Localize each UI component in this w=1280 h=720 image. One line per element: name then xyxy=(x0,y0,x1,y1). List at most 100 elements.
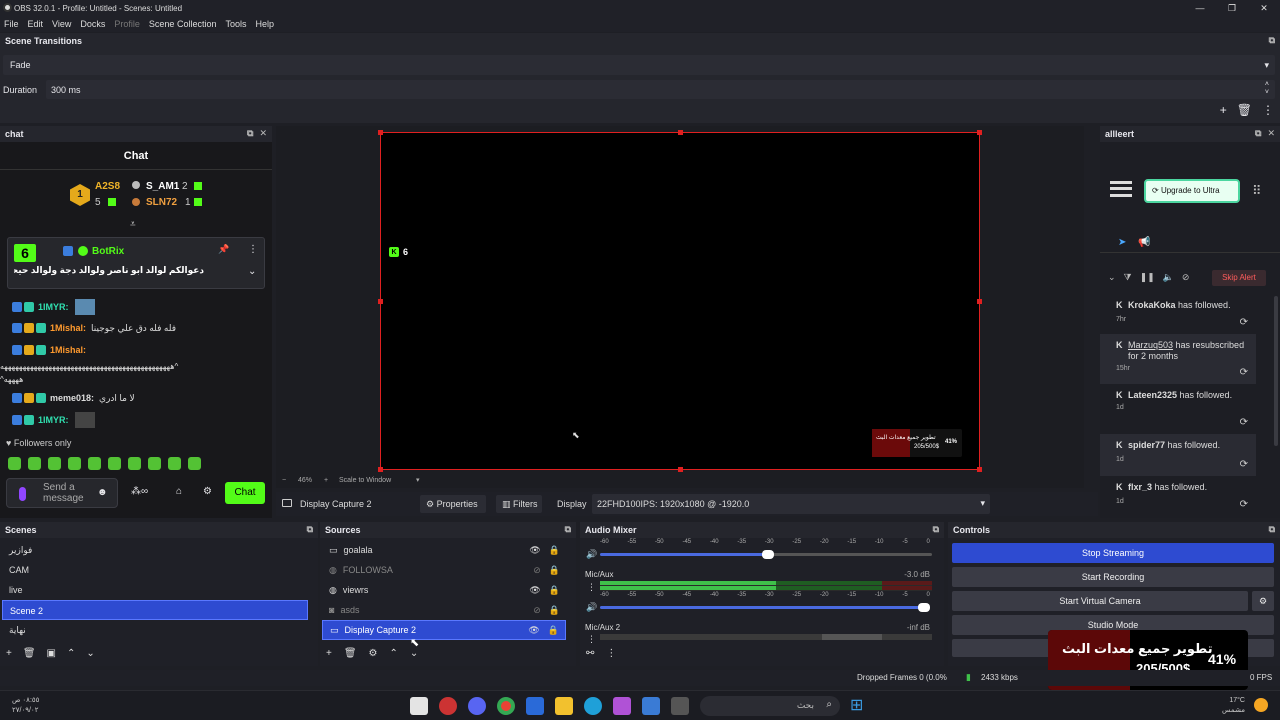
chat-user[interactable]: 1Mishal: xyxy=(50,323,86,333)
chrome-icon[interactable] xyxy=(497,697,515,715)
stop-streaming-button[interactable]: Stop Streaming xyxy=(952,543,1274,563)
trash-icon[interactable]: 🗑 xyxy=(344,648,357,659)
preview-area[interactable]: K 6 تطوير جميع معدات البث 205/500$ 41% ⬉ xyxy=(276,126,1084,476)
replay-icon[interactable]: ⟳ xyxy=(1240,417,1248,428)
speaker-icon[interactable]: 🔊 xyxy=(586,549,597,560)
alert-user[interactable]: Marzuq503 xyxy=(1128,340,1173,350)
menu-edit[interactable]: Edit xyxy=(28,19,44,29)
resize-handle[interactable] xyxy=(678,130,683,135)
trash-icon[interactable]: 🗑 xyxy=(1237,103,1252,117)
store-icon[interactable] xyxy=(526,697,544,715)
minimize-button[interactable]: — xyxy=(1184,0,1216,16)
menu-docks[interactable]: Docks xyxy=(80,19,105,29)
eye-hidden-icon[interactable]: ⊘ xyxy=(533,605,541,616)
zoom-in-icon[interactable]: + xyxy=(324,477,328,484)
emote-icon[interactable] xyxy=(188,457,201,470)
lock-icon[interactable]: 🔒 xyxy=(548,625,559,636)
more-icon[interactable]: ⋮ xyxy=(248,244,258,255)
chat-user[interactable]: 1Mishal: xyxy=(50,345,86,355)
scene-item[interactable]: فوازير xyxy=(2,540,308,560)
source-item[interactable]: ▭ Display Capture 2 👁 🔒 xyxy=(322,620,566,640)
resize-handle[interactable] xyxy=(378,467,383,472)
infinity-icon[interactable]: ⁂∞ xyxy=(131,486,148,497)
more-icon[interactable]: ⋮ xyxy=(587,634,596,645)
chevron-down-icon[interactable]: ⌄ xyxy=(1108,272,1116,283)
store-icon[interactable]: ⌂ xyxy=(176,486,182,497)
replay-icon[interactable]: ⟳ xyxy=(1240,459,1248,470)
menu-tools[interactable]: Tools xyxy=(225,19,246,29)
chat-send-button[interactable]: Chat xyxy=(225,482,265,504)
close-icon[interactable]: ✕ xyxy=(259,128,267,139)
edge-icon[interactable] xyxy=(584,697,602,715)
source-item[interactable]: ◍ viewrs 👁 🔒 xyxy=(322,580,566,600)
display-select[interactable]: 22FHD100IPS: 1920x1080 @ -1920.0 ▾ xyxy=(592,494,990,514)
pin-icon[interactable]: 📌 xyxy=(218,244,229,255)
speaker-icon[interactable]: 🔊 xyxy=(586,602,597,613)
emote-icon[interactable] xyxy=(148,457,161,470)
chevron-down-icon[interactable]: ⌄ xyxy=(86,648,94,659)
skip-alert-button[interactable]: Skip Alert xyxy=(1212,270,1266,286)
lock-icon[interactable]: 🔒 xyxy=(549,605,560,616)
lock-icon[interactable]: 🔒 xyxy=(549,545,560,556)
alert-user[interactable]: KrokaKoka xyxy=(1128,300,1176,310)
replay-icon[interactable]: ⟳ xyxy=(1240,499,1248,510)
gear-icon[interactable]: ⚙ xyxy=(203,486,212,497)
emote-icon[interactable] xyxy=(28,457,41,470)
source-item[interactable]: ▭ goalala 👁 🔒 xyxy=(322,540,566,560)
undock-icon[interactable]: ⧉ xyxy=(933,524,939,535)
source-item[interactable]: ◙ asds ⊘ 🔒 xyxy=(322,600,566,620)
resize-handle[interactable] xyxy=(378,299,383,304)
mic-icon[interactable] xyxy=(19,487,26,501)
maximize-button[interactable]: ❐ xyxy=(1216,0,1248,16)
scene-item[interactable]: Scene 2 xyxy=(2,600,308,620)
alert-user[interactable]: flxr_3 xyxy=(1128,482,1152,492)
discord-icon[interactable] xyxy=(468,697,486,715)
menu-file[interactable]: File xyxy=(4,19,19,29)
resize-handle[interactable] xyxy=(977,467,982,472)
chat-user[interactable]: 1IMYR: xyxy=(38,415,69,425)
mute-icon[interactable]: ⊘ xyxy=(1182,272,1190,283)
add-icon[interactable]: + xyxy=(1220,103,1227,117)
source-item[interactable]: ◍ FOLLOWSA ⊘ 🔒 xyxy=(322,560,566,580)
more-icon[interactable]: ⋮ xyxy=(606,648,616,659)
close-icon[interactable]: ✕ xyxy=(1267,128,1275,139)
close-button[interactable]: ✕ xyxy=(1248,0,1280,16)
lock-icon[interactable]: 🔒 xyxy=(549,565,560,576)
spin-arrows-icon[interactable]: ˄ ˅ xyxy=(1265,81,1269,97)
send-icon[interactable]: ➤ xyxy=(1118,237,1126,248)
app-icon[interactable] xyxy=(410,697,428,715)
chat-user[interactable]: meme018: xyxy=(50,393,94,403)
eye-icon[interactable]: 👁 xyxy=(529,585,540,596)
menu-view[interactable]: View xyxy=(52,19,71,29)
scene-item[interactable]: نهاية xyxy=(2,620,308,640)
resize-handle[interactable] xyxy=(378,130,383,135)
message-input[interactable]: Send a message ☻ xyxy=(6,478,118,508)
eye-icon[interactable]: 👁 xyxy=(529,545,540,556)
scene-item[interactable]: CAM xyxy=(2,560,308,580)
windows-start-icon[interactable]: ⊞ xyxy=(850,695,863,715)
pause-icon[interactable]: ❚❚ xyxy=(1140,272,1155,283)
emote-icon[interactable] xyxy=(108,457,121,470)
filter-icon[interactable]: ▣ xyxy=(47,648,56,659)
hamburger-menu-icon[interactable] xyxy=(1110,181,1132,197)
menu-help[interactable]: Help xyxy=(255,19,274,29)
emote-icon[interactable] xyxy=(48,457,61,470)
undock-icon[interactable]: ⧉ xyxy=(565,524,571,535)
replay-icon[interactable]: ⟳ xyxy=(1240,367,1248,378)
eye-hidden-icon[interactable]: ⊘ xyxy=(533,565,541,576)
chevron-down-icon[interactable]: ⌄ xyxy=(248,266,256,277)
program-canvas[interactable]: K 6 تطوير جميع معدات البث 205/500$ 41% xyxy=(378,130,982,472)
resize-handle[interactable] xyxy=(977,130,982,135)
emote-icon[interactable] xyxy=(88,457,101,470)
emote-icon[interactable] xyxy=(8,457,21,470)
taskbar-search[interactable]: بحث ⌕ xyxy=(700,696,840,716)
duration-spinbox[interactable]: 300 ms ˄ ˅ xyxy=(46,80,1275,99)
undock-icon[interactable]: ⧉ xyxy=(1255,128,1261,139)
start-recording-button[interactable]: Start Recording xyxy=(952,567,1274,587)
scale-label[interactable]: Scale to Window xyxy=(339,477,391,484)
volume-icon[interactable]: 🔈 xyxy=(1163,272,1174,283)
add-icon[interactable]: + xyxy=(326,648,332,659)
upgrade-button[interactable]: ⟳ Upgrade to Ultra xyxy=(1144,179,1240,203)
undock-icon[interactable]: ⧉ xyxy=(1269,35,1275,46)
lock-icon[interactable]: 🔒 xyxy=(549,585,560,596)
